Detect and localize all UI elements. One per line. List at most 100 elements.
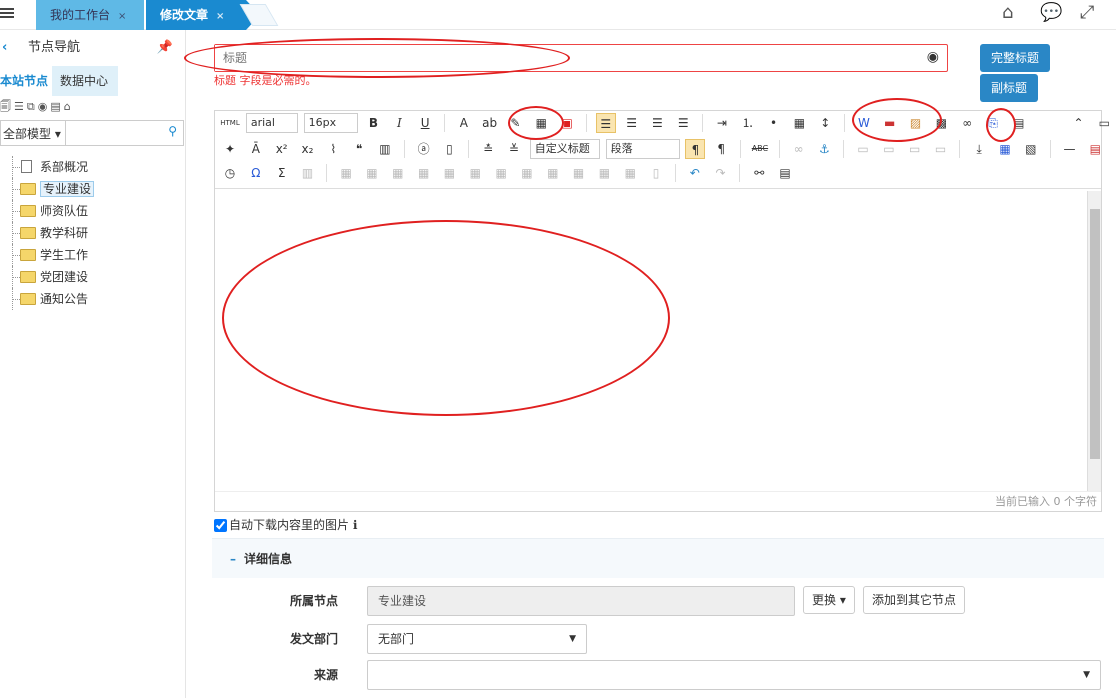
align-justify-icon[interactable]: ☰ — [673, 113, 693, 133]
tab-workbench[interactable]: 我的工作台 × — [36, 0, 144, 30]
copy-icon[interactable]: 🗐 — [0, 100, 11, 113]
formula-icon[interactable]: Σ — [272, 163, 292, 183]
merge-cells-icon[interactable]: ▦ — [491, 163, 511, 183]
img-right-icon[interactable]: ▭ — [905, 139, 925, 159]
underline-icon[interactable]: U — [415, 113, 435, 133]
merge-right-icon[interactable]: ▦ — [517, 163, 537, 183]
attachment-icon[interactable]: ⎘ — [983, 113, 1003, 133]
ltr-icon[interactable]: ¶ — [685, 139, 706, 159]
tree-item[interactable]: 教学科研 — [6, 222, 185, 244]
align-center-icon[interactable]: ☰ — [622, 113, 642, 133]
align-left-icon[interactable]: ☰ — [595, 113, 616, 133]
globe-icon[interactable]: ◉ — [38, 100, 48, 113]
word-icon[interactable]: W — [854, 113, 874, 133]
link-icon[interactable]: ∞ — [957, 113, 977, 133]
table-grid-icon[interactable]: ▦ — [531, 113, 551, 133]
search-icon[interactable]: ⚲ — [168, 124, 177, 138]
custom-title-select[interactable]: 自定义标题 — [529, 139, 600, 159]
eye-icon[interactable]: ◉ — [927, 49, 939, 65]
editor-content[interactable] — [215, 191, 1101, 491]
tree-item[interactable]: 师资队伍 — [6, 200, 185, 222]
insert-caption-icon[interactable]: ▦ — [362, 163, 382, 183]
superscript-icon[interactable]: x² — [272, 139, 292, 159]
page-icon[interactable]: ▤ — [50, 100, 60, 113]
model-search-input[interactable]: ⚲ — [65, 121, 183, 145]
tree-item[interactable]: 专业建设 — [6, 178, 185, 200]
delete-row-icon[interactable]: ▦ — [414, 163, 434, 183]
tab-edit-article[interactable]: 修改文章 × — [146, 0, 260, 30]
find-replace-icon[interactable]: ⚯ — [749, 163, 769, 183]
tab-site-nodes[interactable]: 本站节点 — [0, 66, 52, 96]
home-icon[interactable]: ⌂ — [1002, 2, 1013, 23]
sub-title-button[interactable]: 副标题 — [980, 74, 1038, 102]
horizontal-rule-icon[interactable]: — — [1060, 139, 1080, 159]
change-node-button[interactable]: 更换 ▾ — [803, 586, 855, 614]
dept-select[interactable]: 无部门 ▼ — [367, 624, 587, 654]
paragraph-select[interactable]: 段落 — [605, 139, 680, 159]
blank-page-icon[interactable]: ▯ — [439, 139, 459, 159]
tree-item[interactable]: 学生工作 — [6, 244, 185, 266]
subscript-icon[interactable]: x₂ — [297, 139, 317, 159]
table-props-icon[interactable]: ▯ — [646, 163, 666, 183]
close-icon[interactable]: × — [118, 11, 126, 22]
chevron-left-icon[interactable]: ‹ — [2, 30, 7, 66]
caret-down-icon[interactable]: ▼ — [1083, 661, 1090, 689]
img-none-icon[interactable]: ▭ — [853, 139, 873, 159]
background-icon[interactable]: ▧ — [1021, 139, 1041, 159]
quote-icon[interactable]: ❝ — [349, 139, 369, 159]
italic-icon[interactable]: I — [389, 113, 409, 133]
special-char-icon[interactable]: Ω — [246, 163, 266, 183]
unordered-list-icon[interactable]: • — [764, 113, 784, 133]
paste-icon[interactable]: ▤ — [775, 163, 795, 183]
editor-scrollbar[interactable] — [1087, 191, 1101, 491]
list-icon[interactable]: ☰ — [14, 100, 24, 113]
spell-icon[interactable]: ⓐ — [414, 139, 434, 159]
bold-icon[interactable]: B — [363, 113, 383, 133]
img-left-icon[interactable]: ▭ — [879, 139, 899, 159]
split-rows-icon[interactable]: ▦ — [594, 163, 614, 183]
unlink-icon[interactable]: ∞ — [789, 139, 809, 159]
auto-download-checkbox[interactable] — [214, 519, 227, 532]
image-icon[interactable]: ▬ — [880, 113, 900, 133]
insert-table-icon[interactable]: ▦ — [336, 163, 356, 183]
date-icon[interactable]: ▤ — [1085, 139, 1105, 159]
html-icon[interactable]: HTML — [220, 113, 240, 133]
fullscreen-icon[interactable]: ⤢ — [1080, 2, 1094, 23]
highlight-icon[interactable]: ab — [480, 113, 500, 133]
scrollbar-thumb[interactable] — [1090, 209, 1100, 459]
qrcode-icon[interactable]: ▩ — [931, 113, 951, 133]
home-small-icon[interactable]: ⌂ — [64, 100, 71, 113]
video-icon[interactable]: ▤ — [1009, 113, 1029, 133]
split-cells-icon[interactable]: ▦ — [569, 163, 589, 183]
delete-col-icon[interactable]: ▦ — [465, 163, 485, 183]
ordered-list-icon[interactable]: ⒈ — [738, 113, 758, 133]
tab-data-center[interactable]: 数据中心 — [52, 66, 118, 96]
title-input[interactable] — [215, 45, 905, 71]
align-right-icon[interactable]: ☰ — [647, 113, 667, 133]
row-spacing-top-icon[interactable]: ≛ — [478, 139, 498, 159]
font-family-select[interactable]: arial — [245, 113, 298, 133]
split-cols-icon[interactable]: ▦ — [620, 163, 640, 183]
chat-icon[interactable]: 💬 — [1040, 2, 1062, 23]
collapse-icon[interactable]: ⌃ — [1069, 113, 1089, 133]
stamp-icon[interactable]: ▣ — [557, 113, 577, 133]
table-icon[interactable]: ▦ — [789, 113, 809, 133]
stack-icon[interactable]: ⧉ — [27, 100, 35, 113]
multi-image-icon[interactable]: ▨ — [906, 113, 926, 133]
tree-item[interactable]: 系部概况 — [6, 156, 185, 178]
full-title-button[interactable]: 完整标题 — [980, 44, 1050, 72]
menu-toggle-icon[interactable] — [0, 6, 14, 20]
tree-item[interactable]: 党团建设 — [6, 266, 185, 288]
pin-icon[interactable]: 📌 — [157, 30, 173, 66]
source-input[interactable]: ▼ — [367, 660, 1101, 690]
paste-text-icon[interactable]: ▥ — [375, 139, 395, 159]
rtl-icon[interactable]: ¶ — [711, 139, 731, 159]
magic-wand-icon[interactable]: ✦ — [220, 139, 240, 159]
line-height-icon[interactable]: ↕ — [815, 113, 835, 133]
redo-icon[interactable]: ↷ — [711, 163, 731, 183]
strikethrough-icon[interactable]: ABC — [750, 139, 770, 159]
tree-item[interactable]: 通知公告 — [6, 288, 185, 310]
eraser-icon[interactable]: ✎ — [505, 113, 525, 133]
page-break-icon[interactable]: ⤓ — [969, 139, 989, 159]
close-icon[interactable]: × — [216, 11, 224, 22]
